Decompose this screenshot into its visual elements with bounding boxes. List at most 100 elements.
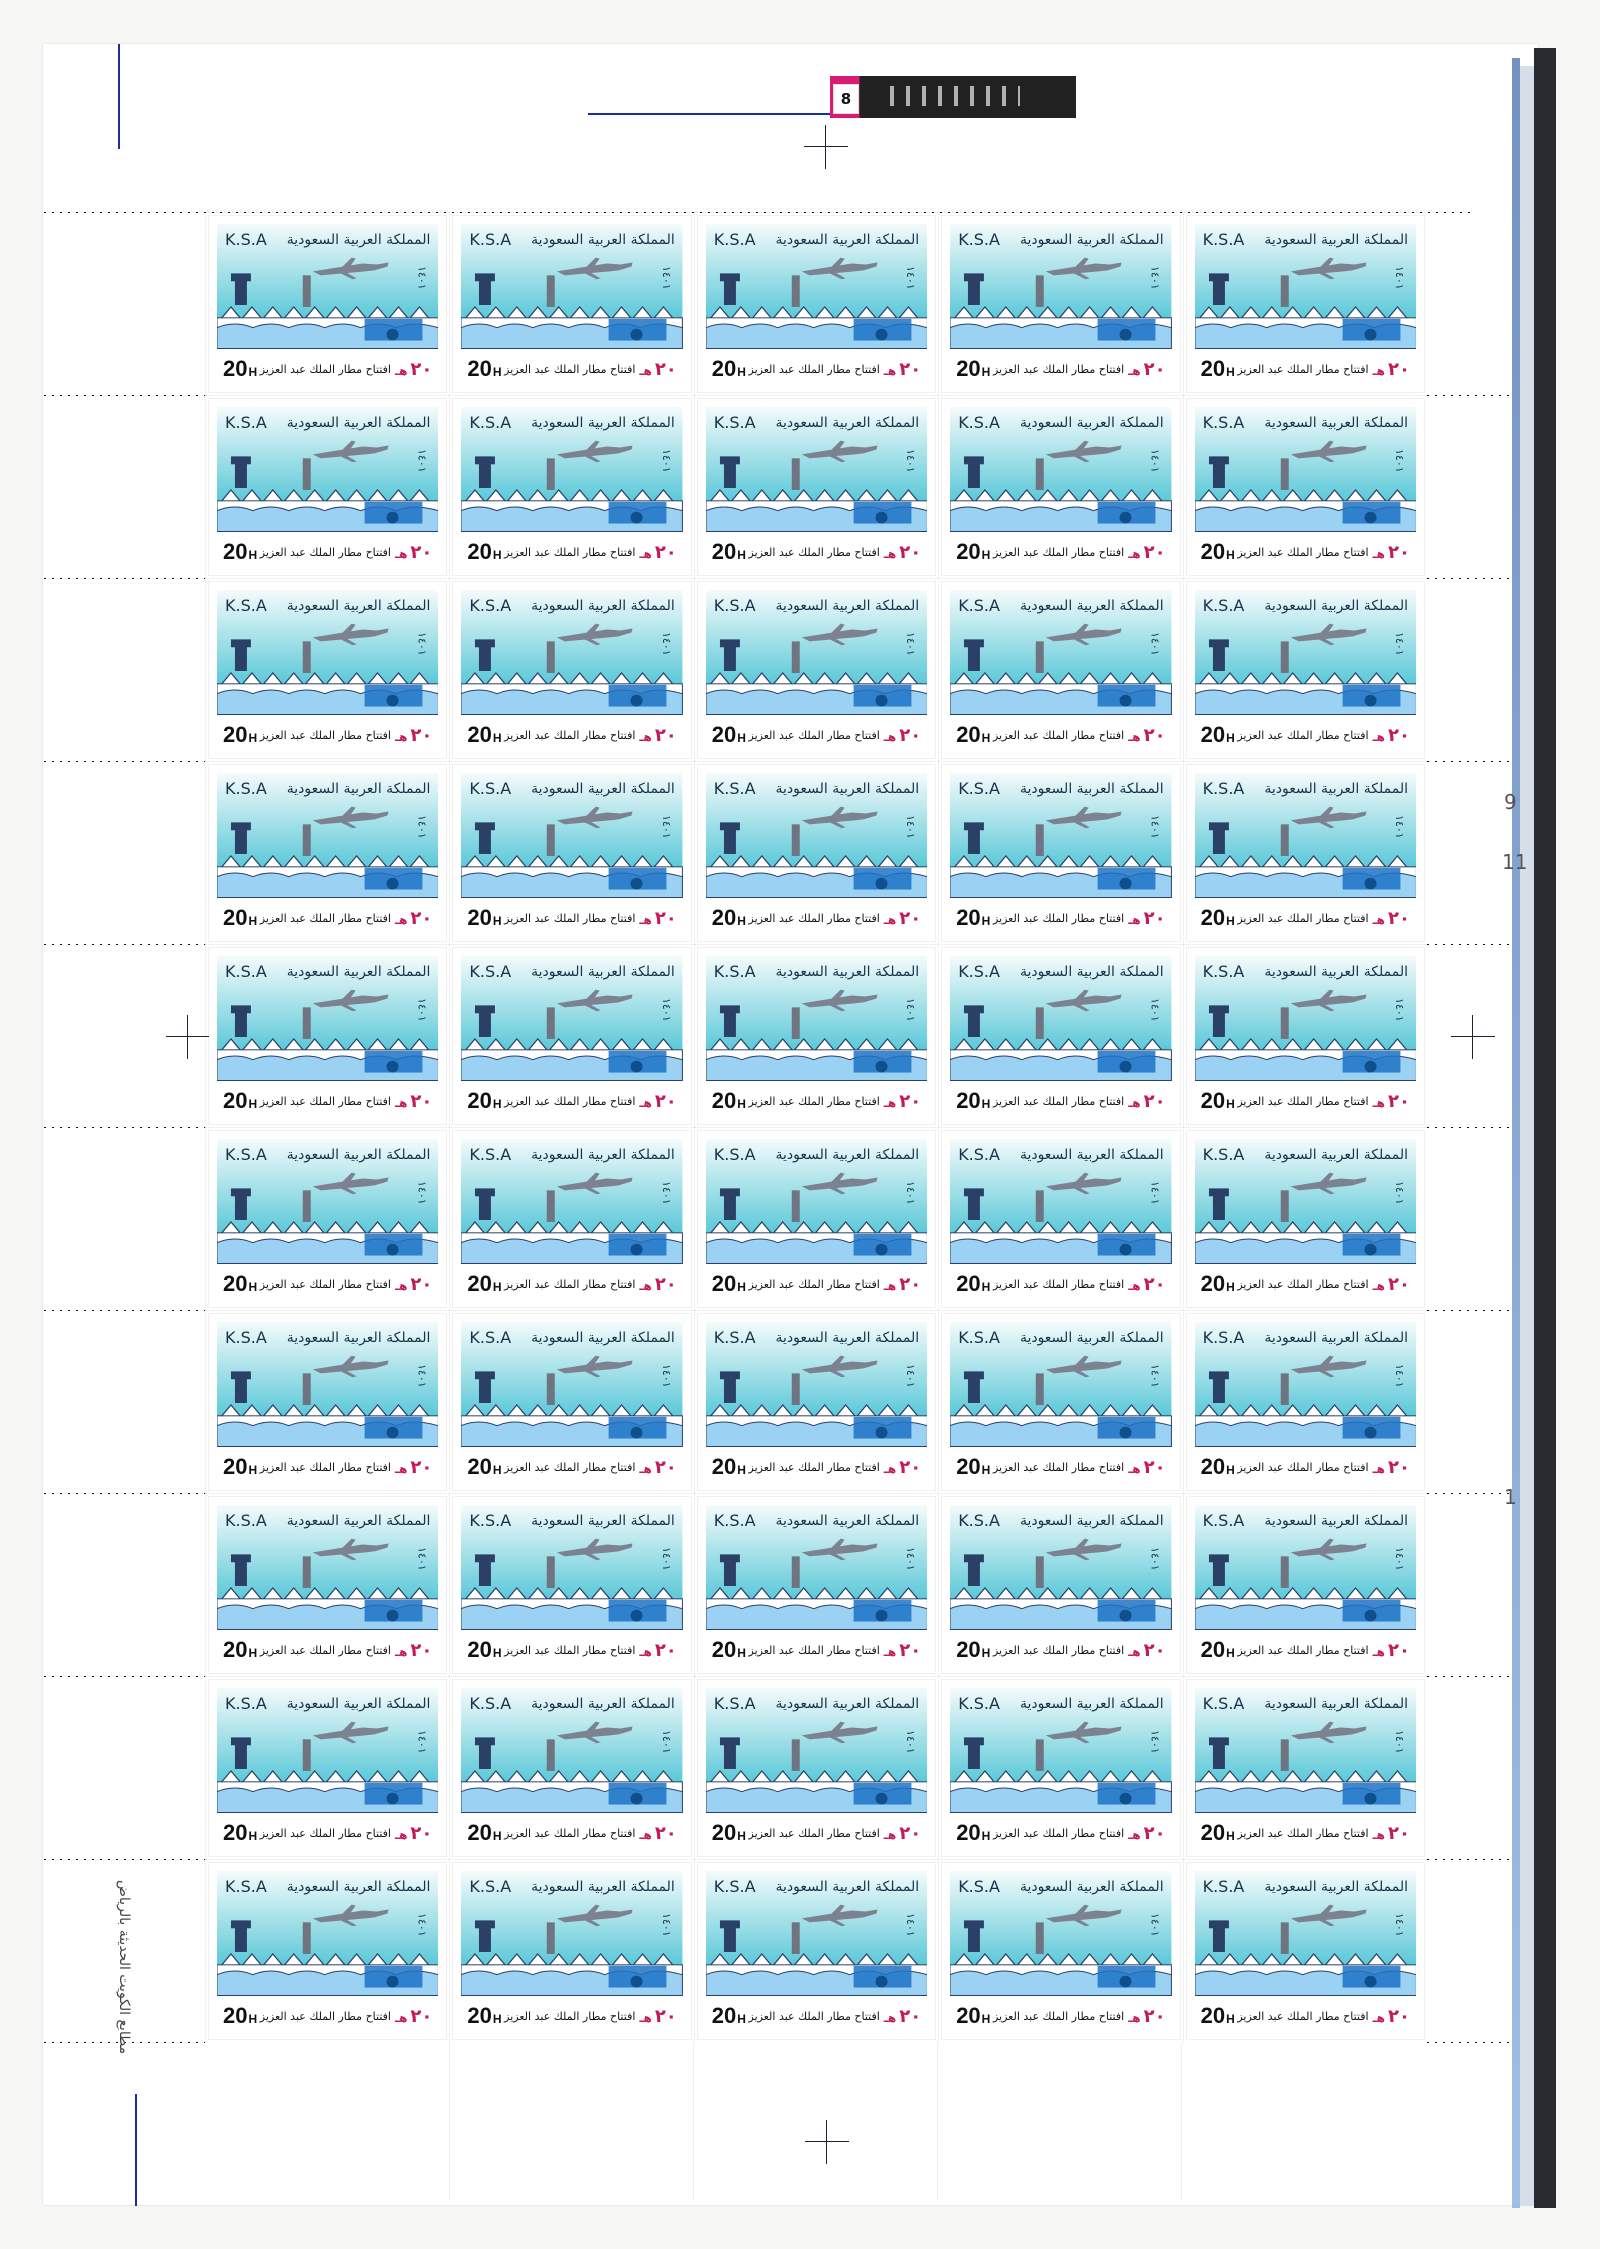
control-tower-top (719, 456, 740, 465)
caption-arabic: افتتاح مطار الملك عبد العزيز الدولي بجدة (257, 362, 391, 376)
stamp-footer: 20Hافتتاح مطار الملك عبد العزيز الدولي ب… (706, 1454, 927, 1479)
stamp: K.S.A المملكة العربية السعودية ١٤٠١ 20H افتت… (697, 1680, 936, 1856)
stamp: K.S.A المملكة العربية السعودية ١٤٠١ 20H افتت… (1186, 1497, 1424, 1673)
year-arabic: ١٤٠١ (659, 1547, 673, 1571)
globe-icon (630, 1060, 643, 1073)
country-latin: K.S.A (225, 1145, 267, 1164)
control-tower-top (230, 456, 251, 465)
stamp: K.S.A المملكة العربية السعودية ١٤٠١ 20H افتت… (942, 1863, 1180, 2039)
stamp-cell: K.S.A المملكة العربية السعودية ١٤٠١ 20H افتت… (693, 212, 939, 395)
caption-arabic: افتتاح مطار الملك عبد العزيز الدولي بجدة (990, 728, 1125, 742)
country-latin: K.S.A (469, 596, 512, 615)
stamp-cell: K.S.A المملكة العربية السعودية ١٤٠١ 20H افتت… (938, 1127, 1183, 1310)
value-arabic: ٢٠هـ (639, 907, 677, 929)
value-arabic: ٢٠هـ (1372, 907, 1410, 929)
caption-arabic: افتتاح مطار الملك عبد العزيز الدولي بجدة (257, 1460, 391, 1474)
stamp-header: K.S.A المملكة العربية السعودية (1195, 1511, 1416, 1530)
control-tower-icon (1212, 645, 1225, 671)
stamp-cell: K.S.A المملكة العربية السعودية ١٤٠١ 20H افتت… (449, 1127, 694, 1310)
stamp-header: K.S.A المملكة العربية السعودية (950, 1511, 1171, 1530)
country-latin: K.S.A (469, 962, 512, 981)
value-arabic: ٢٠هـ (883, 358, 922, 380)
country-latin: K.S.A (1202, 962, 1245, 981)
stamp-cell: K.S.A المملكة العربية السعودية ١٤٠١ 20H افتت… (693, 1127, 939, 1310)
stamp-cell: K.S.A المملكة العربية السعودية ١٤٠١ 20H افتت… (449, 1859, 694, 2042)
caption-arabic: افتتاح مطار الملك عبد العزيز الدولي بجدة (746, 545, 880, 559)
value-arabic: ٢٠هـ (1372, 1822, 1410, 1844)
left-perforation-row (44, 944, 205, 945)
country-arabic: المملكة العربية السعودية (1264, 963, 1408, 980)
control-tower-icon (1212, 828, 1225, 854)
stamp: K.S.A المملكة العربية السعودية ١٤٠١ 20H افتت… (942, 1497, 1180, 1673)
control-tower-icon (479, 645, 492, 671)
control-tower-icon (479, 828, 492, 854)
country-latin: K.S.A (958, 1145, 1000, 1164)
country-latin: K.S.A (469, 1145, 512, 1164)
stamp-header: K.S.A المملكة العربية السعودية (217, 230, 438, 249)
stamp: K.S.A المملكة العربية السعودية ١٤٠١ 20H افتت… (942, 582, 1180, 758)
country-latin: K.S.A (958, 1511, 1000, 1530)
terminal-tower (791, 1556, 800, 1588)
country-latin: K.S.A (469, 1511, 512, 1530)
control-tower-top (719, 822, 740, 831)
terminal-tower (302, 1373, 311, 1405)
control-tower-icon (234, 1194, 247, 1220)
control-tower-icon (234, 1377, 247, 1403)
caption-arabic: افتتاح مطار الملك عبد العزيز الدولي بجدة (502, 1826, 636, 1840)
globe-icon (1119, 511, 1132, 524)
caption-arabic: افتتاح مطار الملك عبد العزيز الدولي بجدة (257, 1643, 391, 1657)
country-arabic: المملكة العربية السعودية (531, 963, 675, 980)
terminal-tower (1280, 1007, 1289, 1039)
control-tower-icon (723, 1743, 736, 1769)
control-tower-top (964, 1554, 985, 1563)
control-tower-top (230, 1737, 251, 1746)
control-tower-top (230, 1371, 251, 1380)
caption-arabic: افتتاح مطار الملك عبد العزيز الدولي بجدة (746, 2009, 880, 2023)
control-tower-icon (968, 279, 981, 305)
stamp-cell: K.S.A المملكة العربية السعودية ١٤٠١ 20H افتت… (693, 1493, 939, 1676)
country-arabic: المملكة العربية السعودية (775, 1512, 920, 1529)
country-arabic: المملكة العربية السعودية (775, 414, 920, 431)
country-latin: K.S.A (1202, 596, 1245, 615)
value-arabic: ٢٠هـ (394, 1273, 433, 1295)
caption-arabic: افتتاح مطار الملك عبد العزيز الدولي بجدة (1235, 1277, 1369, 1291)
globe-icon (630, 1609, 643, 1622)
stamp: K.S.A المملكة العربية السعودية ١٤٠١ 20H افتت… (209, 1131, 447, 1307)
value-latin: 20H (223, 1820, 258, 1845)
value-arabic: ٢٠هـ (394, 358, 433, 380)
globe-icon (1364, 1060, 1377, 1073)
stamp-footer: 20Hافتتاح مطار الملك عبد العزيز الدولي ب… (217, 1820, 438, 1845)
country-latin: K.S.A (225, 1877, 267, 1896)
stamp-cell: K.S.A المملكة العربية السعودية ١٤٠١ 20H افتت… (205, 212, 450, 395)
value-latin: 20H (467, 1637, 502, 1662)
country-latin: K.S.A (713, 1694, 756, 1713)
control-tower-icon (1212, 1560, 1225, 1586)
stamp-header: K.S.A المملكة العربية السعودية (1195, 1877, 1416, 1896)
control-tower-top (1208, 1554, 1229, 1563)
value-latin: 20H (711, 905, 746, 930)
control-tower-icon (234, 1011, 247, 1037)
terminal-tower (1035, 641, 1044, 673)
stamp-footer: 20Hافتتاح مطار الملك عبد العزيز الدولي ب… (1195, 1454, 1416, 1479)
year-arabic: ١٤٠١ (415, 449, 429, 473)
stamp: K.S.A المملكة العربية السعودية ١٤٠١ 20H افتت… (453, 216, 691, 392)
stamp: K.S.A المملكة العربية السعودية ١٤٠١ 20H افتت… (697, 1314, 936, 1490)
stamp-header: K.S.A المملكة العربية السعودية (950, 1328, 1171, 1347)
year-arabic: ١٤٠١ (415, 1547, 429, 1571)
country-latin: K.S.A (225, 230, 267, 249)
stamp-footer: 20Hافتتاح مطار الملك عبد العزيز الدولي ب… (217, 1454, 438, 1479)
stamp-footer: 20Hافتتاح مطار الملك عبد العزيز الدولي ب… (217, 539, 438, 564)
value-latin: 20H (956, 722, 991, 747)
control-tower-top (719, 1371, 740, 1380)
bottom-gutter-divider (937, 2042, 938, 2201)
stamp-footer: 20Hافتتاح مطار الملك عبد العزيز الدولي ب… (1195, 1088, 1416, 1113)
value-latin: 20H (956, 2003, 991, 2028)
color-control-bar (830, 76, 1076, 118)
caption-arabic: افتتاح مطار الملك عبد العزيز الدولي بجدة (257, 728, 391, 742)
stamp-header: K.S.A المملكة العربية السعودية (217, 962, 438, 981)
country-arabic: المملكة العربية السعودية (1019, 1329, 1164, 1346)
value-latin: 20H (956, 905, 991, 930)
stamp-footer: 20Hافتتاح مطار الملك عبد العزيز الدولي ب… (461, 2003, 682, 2028)
value-latin: 20H (956, 1271, 991, 1296)
country-arabic: المملكة العربية السعودية (531, 780, 675, 797)
